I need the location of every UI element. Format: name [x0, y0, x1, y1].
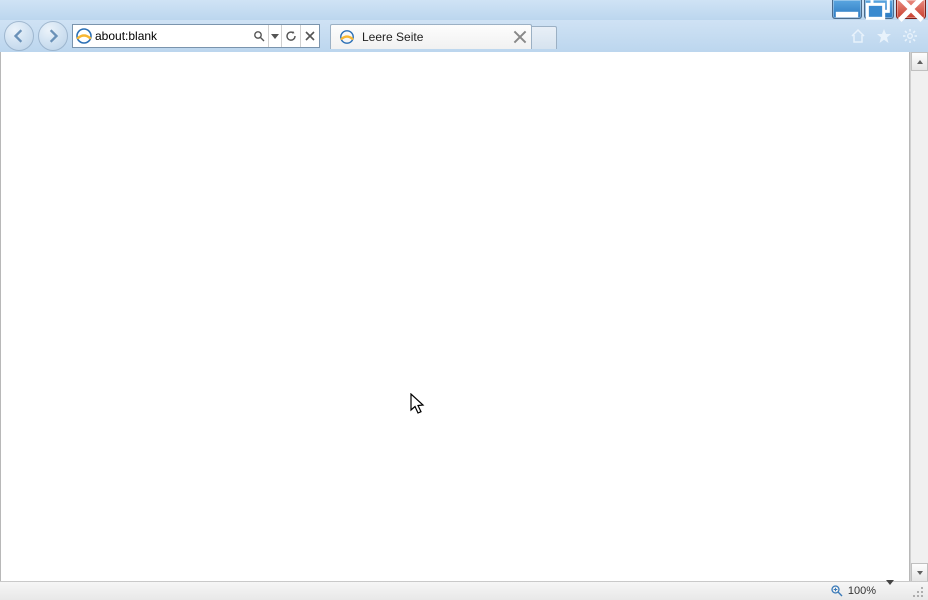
resize-grip-icon[interactable]: [910, 584, 924, 598]
refresh-button[interactable]: [281, 25, 300, 47]
restore-icon: [865, 0, 893, 23]
page-viewport[interactable]: [0, 52, 910, 582]
close-icon: [897, 0, 925, 23]
home-icon: [850, 28, 866, 44]
scroll-track[interactable]: [911, 71, 928, 563]
ie-favicon-icon: [339, 29, 355, 45]
home-button[interactable]: [850, 28, 866, 44]
close-button[interactable]: [896, 0, 926, 19]
gear-icon: [902, 28, 918, 44]
zoom-level-label[interactable]: 100%: [848, 585, 876, 597]
navigation-bar: Leere Seite: [0, 20, 928, 53]
search-icon: [253, 30, 265, 42]
back-button[interactable]: [4, 21, 34, 51]
browser-tab[interactable]: Leere Seite: [330, 24, 532, 49]
toolbar-icons: [850, 28, 924, 44]
chevron-down-icon: [916, 569, 924, 577]
address-input[interactable]: [95, 26, 250, 46]
forward-button[interactable]: [38, 21, 68, 51]
tools-button[interactable]: [902, 28, 918, 44]
chevron-down-icon: [886, 580, 894, 597]
address-buttons: [250, 25, 319, 47]
tab-strip: Leere Seite: [330, 23, 557, 49]
zoom-control[interactable]: [830, 584, 844, 598]
ie-favicon-icon: [75, 27, 93, 45]
title-bar: [0, 0, 928, 20]
chevron-up-icon: [916, 58, 924, 66]
minimize-button[interactable]: [832, 0, 862, 19]
window-controls: [832, 0, 926, 19]
stop-button[interactable]: [300, 25, 319, 47]
minimize-icon: [833, 0, 861, 23]
star-icon: [876, 28, 892, 44]
close-icon: [513, 30, 527, 44]
favorites-button[interactable]: [876, 28, 892, 44]
zoom-dropdown-button[interactable]: [880, 585, 900, 597]
scroll-down-button[interactable]: [911, 563, 928, 582]
status-bar: 100%: [0, 581, 928, 600]
refresh-icon: [285, 30, 297, 42]
tab-title: Leere Seite: [362, 30, 508, 44]
maximize-button[interactable]: [864, 0, 894, 19]
scroll-up-button[interactable]: [911, 52, 928, 71]
content-area: [0, 52, 928, 582]
search-button[interactable]: [250, 25, 268, 47]
address-bar[interactable]: [72, 24, 320, 48]
stop-icon: [304, 30, 316, 42]
chevron-down-icon: [271, 34, 279, 39]
new-tab-button[interactable]: [532, 26, 557, 49]
zoom-icon: [830, 584, 844, 598]
back-arrow-icon: [12, 29, 26, 43]
search-dropdown-button[interactable]: [268, 25, 281, 47]
forward-arrow-icon: [46, 29, 60, 43]
vertical-scrollbar[interactable]: [910, 52, 928, 582]
tab-close-button[interactable]: [513, 30, 527, 44]
